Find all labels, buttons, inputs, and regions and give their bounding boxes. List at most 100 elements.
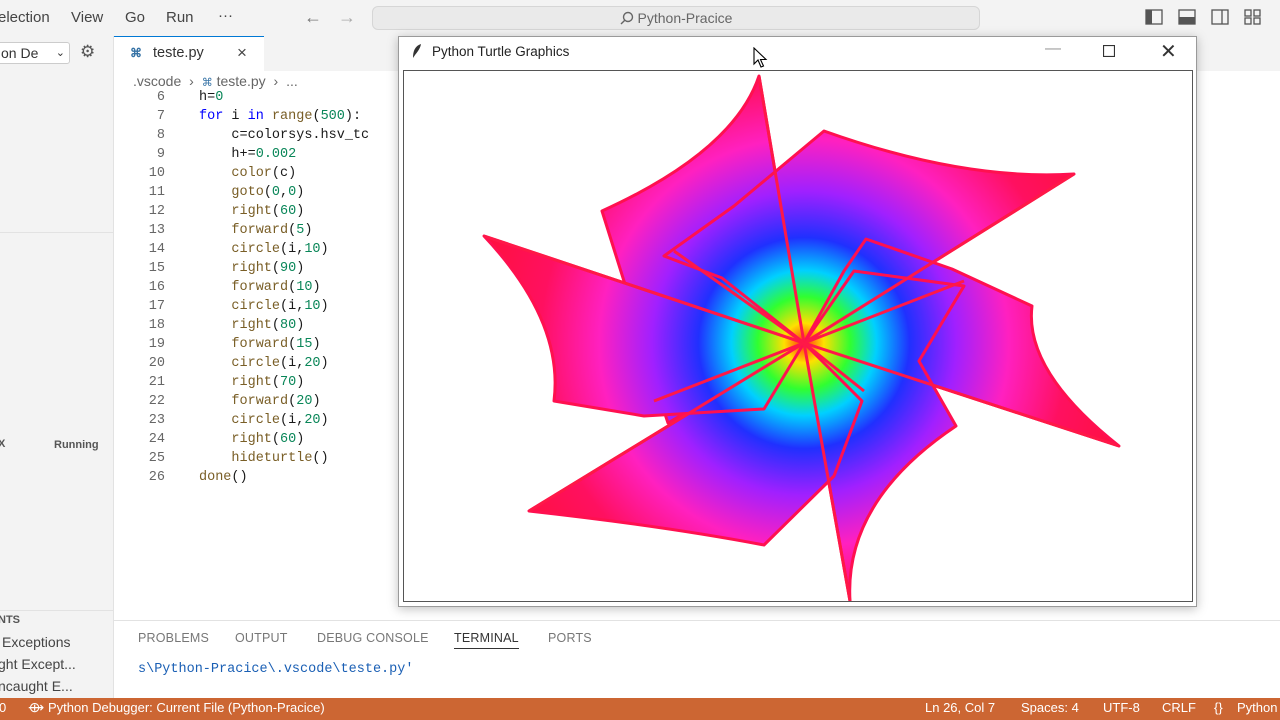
code-line[interactable]: right(90) <box>199 261 304 276</box>
tab-teste-py[interactable]: ⌘ teste.py × <box>114 36 264 71</box>
line-number: 7 <box>156 109 165 124</box>
line-number: 15 <box>148 261 165 276</box>
code-line[interactable]: color(c) <box>199 166 296 181</box>
tab-label: teste.py <box>153 45 204 61</box>
line-number: 20 <box>148 356 165 371</box>
toggle-primary-sidebar-icon[interactable] <box>1145 9 1163 25</box>
code-line[interactable]: right(60) <box>199 204 304 219</box>
python-file-icon: ⌘ <box>130 46 142 60</box>
tab-terminal[interactable]: TERMINAL <box>454 631 519 645</box>
code-line[interactable]: goto(0,0) <box>199 185 304 200</box>
search-icon <box>620 11 633 25</box>
breadcrumb-file[interactable]: teste.py <box>217 73 266 89</box>
breadcrumb: .vscode › ⌘ teste.py › ... <box>133 73 298 89</box>
code-line[interactable]: hideturtle() <box>199 451 328 466</box>
turtle-window-title: Python Turtle Graphics <box>432 44 570 59</box>
menu-more[interactable]: ··· <box>218 7 233 24</box>
status-debugger[interactable]: Python Debugger: Current File (Python-Pr… <box>48 700 325 715</box>
bottom-panel <box>114 620 1280 699</box>
menu-run[interactable]: Run <box>166 9 194 26</box>
status-language[interactable]: Python <box>1237 700 1277 715</box>
minimize-icon[interactable]: — <box>1045 40 1061 58</box>
chevron-right-icon: › <box>189 73 194 89</box>
command-center-search[interactable]: Python-Pracice <box>372 6 980 30</box>
breadcrumb-symbol[interactable]: ... <box>286 73 298 89</box>
code-line[interactable]: right(80) <box>199 318 304 333</box>
breakpoint-item[interactable]: ght Except... <box>0 656 76 672</box>
breakpoint-item[interactable]: Exceptions <box>2 634 70 650</box>
close-icon[interactable]: × <box>237 43 247 63</box>
line-number: 18 <box>148 318 165 333</box>
active-tab-underline <box>454 648 519 649</box>
code-line[interactable]: forward(5) <box>199 223 312 238</box>
code-line[interactable]: circle(i,20) <box>199 413 328 428</box>
debug-icon: ⟴ <box>28 699 45 715</box>
menu-go[interactable]: Go <box>125 9 145 26</box>
status-encoding[interactable]: UTF-8 <box>1103 700 1140 715</box>
spiral-star-shape <box>482 74 1121 601</box>
line-number: 19 <box>148 337 165 352</box>
line-number: 11 <box>148 185 165 200</box>
sidebar-divider <box>0 232 113 233</box>
tab-problems[interactable]: PROBLEMS <box>138 631 209 645</box>
spiral-star-drawing <box>482 74 1121 601</box>
code-line[interactable]: for i in range(500): <box>199 109 361 124</box>
code-line[interactable]: forward(10) <box>199 280 320 295</box>
chevron-right-icon: › <box>273 73 279 89</box>
gear-icon[interactable]: ⚙ <box>80 42 95 62</box>
menu-view[interactable]: View <box>71 9 103 26</box>
line-number: 21 <box>148 375 165 390</box>
python-file-icon: ⌘ <box>201 77 213 89</box>
line-number: 25 <box>148 451 165 466</box>
running-label: Running <box>54 439 99 451</box>
toggle-panel-icon[interactable] <box>1178 9 1196 25</box>
breakpoints-header: NTS <box>0 614 20 626</box>
back-arrow-icon[interactable]: ← <box>304 7 322 28</box>
line-number: 14 <box>148 242 165 257</box>
code-line[interactable]: forward(15) <box>199 337 320 352</box>
maximize-icon[interactable] <box>1103 45 1115 57</box>
line-number: 9 <box>156 147 165 162</box>
status-spaces[interactable]: Spaces: 4 <box>1021 700 1079 715</box>
menu-selection[interactable]: election <box>0 9 50 26</box>
code-line[interactable]: circle(i,20) <box>199 356 328 371</box>
code-line[interactable]: c=colorsys.hsv_tc <box>199 128 369 143</box>
code-line[interactable]: h=0 <box>199 90 223 105</box>
feather-icon <box>413 44 421 58</box>
status-eol[interactable]: CRLF <box>1162 700 1196 715</box>
chevron-down-icon: ⌄ <box>55 47 65 59</box>
debug-config-select[interactable]: on De ⌄ <box>0 42 70 64</box>
close-window-icon[interactable]: ✕ <box>1160 39 1177 64</box>
line-number: 16 <box>148 280 165 295</box>
code-line[interactable]: right(60) <box>199 432 304 447</box>
command-center-label: Python-Pracice <box>637 10 733 26</box>
code-line[interactable]: circle(i,10) <box>199 299 328 314</box>
status-position[interactable]: Ln 26, Col 7 <box>925 700 995 715</box>
line-number: 22 <box>148 394 165 409</box>
code-line[interactable]: h+=0.002 <box>199 147 296 162</box>
line-number: 8 <box>156 128 165 143</box>
line-number: 17 <box>148 299 165 314</box>
tab-output[interactable]: OUTPUT <box>235 631 288 645</box>
line-number: 24 <box>148 432 165 447</box>
turtle-canvas[interactable] <box>403 70 1193 602</box>
debug-config-value: on De <box>1 45 39 61</box>
status-count[interactable]: 0 <box>0 700 6 715</box>
sidebar-divider-2 <box>0 610 113 611</box>
running-prefix: X <box>0 438 6 450</box>
customize-layout-icon[interactable] <box>1244 9 1262 25</box>
toggle-secondary-sidebar-icon[interactable] <box>1211 9 1229 25</box>
terminal-output[interactable]: s\Python-Pracice\.vscode\teste.py' <box>138 662 413 677</box>
forward-arrow-icon[interactable]: → <box>338 7 356 28</box>
line-number: 6 <box>156 90 165 105</box>
breadcrumb-folder[interactable]: .vscode <box>133 73 181 89</box>
breakpoint-item[interactable]: ncaught E... <box>0 678 73 694</box>
tab-debug-console[interactable]: DEBUG CONSOLE <box>317 631 429 645</box>
code-line[interactable]: circle(i,10) <box>199 242 328 257</box>
tab-ports[interactable]: PORTS <box>548 631 592 645</box>
code-line[interactable]: forward(20) <box>199 394 320 409</box>
line-number: 12 <box>148 204 165 219</box>
code-line[interactable]: done() <box>199 470 248 485</box>
sidebar <box>0 36 114 698</box>
code-line[interactable]: right(70) <box>199 375 304 390</box>
